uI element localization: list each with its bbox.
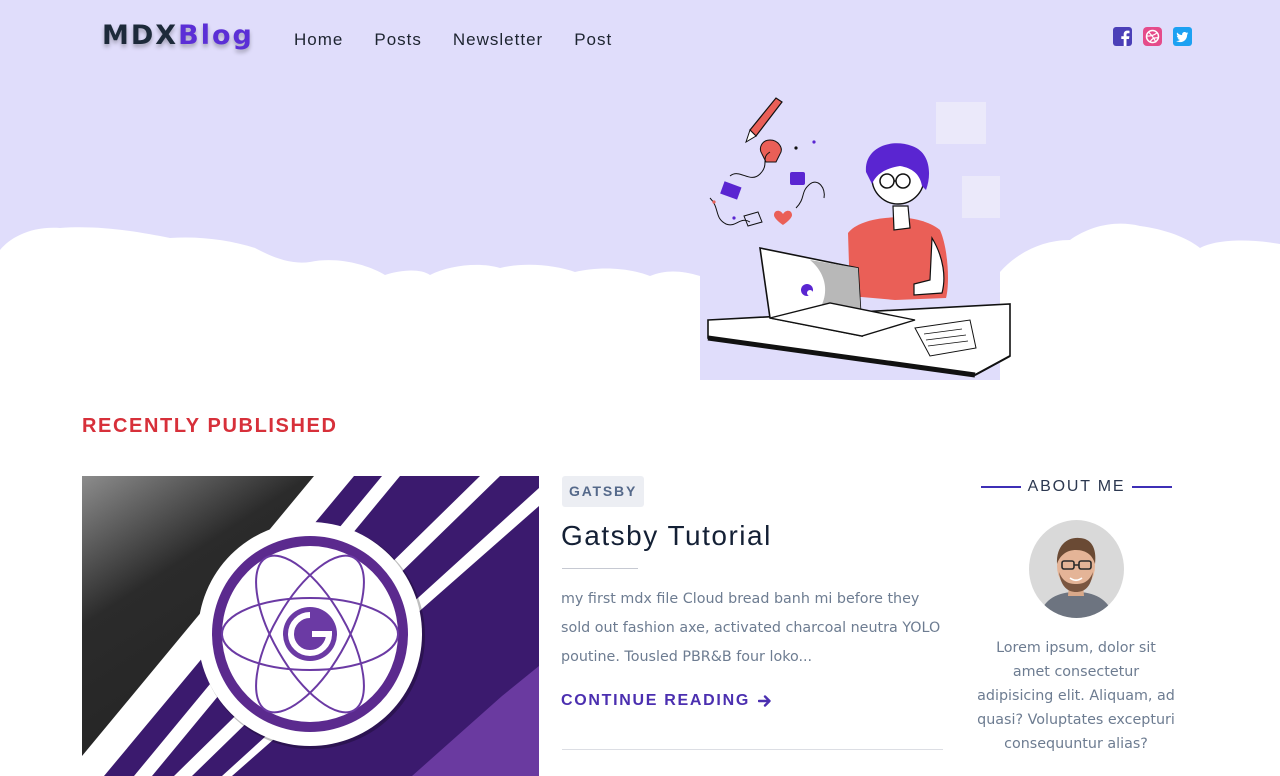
hero-illustration bbox=[700, 88, 1020, 380]
cloud-background bbox=[0, 223, 1280, 380]
post-title[interactable]: Gatsby Tutorial bbox=[561, 520, 772, 552]
about-me-text: Lorem ipsum, dolor sit amet consectetur … bbox=[977, 640, 1175, 752]
hero-section: MDXBlog Home Posts Newsletter Post bbox=[0, 0, 1280, 380]
social-links bbox=[1112, 26, 1193, 47]
gatsby-logo-image bbox=[82, 476, 539, 776]
about-me-title: ABOUT ME bbox=[1027, 478, 1126, 495]
post-thumbnail[interactable] bbox=[82, 476, 539, 776]
arrow-right-icon bbox=[757, 695, 771, 707]
post-divider bbox=[562, 749, 943, 750]
heading-line-left bbox=[981, 486, 1021, 488]
logo-text-mdx: MDX bbox=[102, 20, 179, 51]
heading-line-right bbox=[1132, 486, 1172, 488]
twitter-icon[interactable] bbox=[1172, 26, 1193, 47]
post-tag-gatsby[interactable]: GATSBY bbox=[562, 476, 645, 507]
dribbble-icon[interactable] bbox=[1142, 26, 1163, 47]
section-title-recently-published: RECENTLY PUBLISHED bbox=[82, 415, 338, 437]
title-divider bbox=[562, 568, 638, 569]
nav-post[interactable]: Post bbox=[574, 30, 612, 50]
post-excerpt: my first mdx file Cloud bread banh mi be… bbox=[561, 591, 941, 665]
continue-reading-label: CONTINUE READING bbox=[561, 692, 750, 709]
facebook-icon[interactable] bbox=[1112, 26, 1133, 47]
about-me-heading: ABOUT ME bbox=[981, 478, 1172, 496]
main-nav: Home Posts Newsletter Post bbox=[294, 30, 612, 50]
site-logo[interactable]: MDXBlog bbox=[102, 20, 254, 51]
continue-reading-link[interactable]: CONTINUE READING bbox=[561, 692, 772, 710]
nav-posts[interactable]: Posts bbox=[374, 30, 422, 50]
logo-text-blog: Blog bbox=[178, 20, 254, 51]
nav-home[interactable]: Home bbox=[294, 30, 343, 50]
avatar bbox=[1029, 520, 1124, 618]
nav-newsletter[interactable]: Newsletter bbox=[453, 30, 543, 50]
